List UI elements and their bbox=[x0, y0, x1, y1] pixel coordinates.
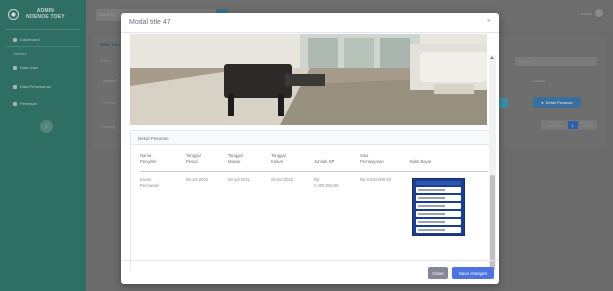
cell-line: Permatani bbox=[140, 182, 160, 188]
sidebar-brand[interactable]: ADMIN NOENOE TOEY bbox=[0, 0, 86, 28]
table-search-input[interactable]: Search: bbox=[515, 57, 597, 66]
cell-tanggal-masuk: 08-Jul-2021 bbox=[228, 177, 251, 182]
sidebar-item-label: Data Pemesanan bbox=[20, 84, 51, 89]
table-header-divider bbox=[140, 171, 488, 172]
close-icon[interactable]: × bbox=[487, 18, 491, 25]
sidebar-item-data-pemesanan[interactable]: Data Pemesanan bbox=[13, 84, 51, 89]
bukti-bayar-image[interactable] bbox=[412, 178, 465, 236]
cell-nama-pengirim: Endar Permatani bbox=[140, 177, 159, 188]
modal-header: Modal title 47 × bbox=[121, 13, 499, 33]
sidebar-item-pemesan[interactable]: Pemesan bbox=[13, 101, 37, 106]
sidebar-divider bbox=[6, 46, 80, 47]
table-header-cell: Nama Pengirim bbox=[140, 153, 157, 164]
pagination-next[interactable]: Next bbox=[578, 120, 597, 130]
receipt-row bbox=[416, 203, 461, 209]
detail-card-header: Detail Pesanan bbox=[131, 131, 490, 145]
sidebar-item-dashboard[interactable]: Dashboard bbox=[13, 37, 40, 42]
pagination-previous[interactable]: Previous bbox=[540, 120, 567, 130]
header-line: Pembayaran bbox=[360, 158, 384, 164]
close-button[interactable]: Close bbox=[428, 267, 448, 279]
receipt-row bbox=[416, 227, 461, 233]
room-photo bbox=[130, 34, 487, 125]
header-line: Pengirim bbox=[140, 158, 157, 164]
detail-pesanan-card: Detail Pesanan Nama Pengirim Tanggal Pes… bbox=[130, 130, 491, 270]
table-cell-name: Noenoe bbox=[103, 100, 118, 105]
header-line: Keluar bbox=[271, 158, 284, 164]
pagination-page[interactable]: 1 bbox=[566, 120, 579, 130]
column-header-action: Action bbox=[533, 78, 546, 83]
header-line: Masuk bbox=[228, 158, 241, 164]
showing-info: Showing bbox=[100, 124, 116, 129]
sidebar-item-data-user[interactable]: Data User bbox=[13, 65, 38, 70]
users-icon bbox=[13, 65, 17, 70]
info-circle-icon: ● bbox=[541, 100, 544, 105]
column-header-name: Nama P bbox=[103, 78, 118, 83]
sidebar-divider bbox=[6, 29, 80, 30]
scrollbar-thumb[interactable] bbox=[490, 175, 495, 270]
sidebar-item-label: Dashboard bbox=[20, 37, 40, 42]
cell-line: 2.400.000,00 bbox=[314, 182, 339, 188]
scroll-up-arrow-icon[interactable] bbox=[490, 56, 494, 59]
table-header-cell: Bukti Bayar bbox=[410, 159, 431, 165]
receipt-row bbox=[416, 219, 461, 225]
brand-logo-icon bbox=[8, 8, 19, 20]
chevron-left-icon: ‹ bbox=[45, 123, 48, 130]
cell-jumlah-dp: Rp 2.400.000,00 bbox=[314, 177, 338, 188]
modal-scrollbar[interactable] bbox=[489, 55, 496, 270]
sidebar-toggle-button[interactable]: ‹ bbox=[40, 120, 53, 133]
dashboard-icon bbox=[13, 37, 17, 42]
user-name: Admin bbox=[580, 10, 592, 16]
save-changes-button[interactable]: Save changes bbox=[452, 267, 494, 279]
sidebar-item-label: Pemesan bbox=[20, 101, 37, 106]
card-title: Data Tem bbox=[100, 42, 120, 47]
cell-tanggal-keluar: 09-Jul-2022 bbox=[271, 177, 294, 182]
header-line: Pesan bbox=[186, 158, 198, 164]
table-icon bbox=[13, 84, 17, 89]
modal-dialog: Modal title 47 × Detail Pesanan Nama Pen… bbox=[121, 13, 499, 284]
receipt-row bbox=[416, 195, 461, 201]
modal-body[interactable]: Detail Pesanan Nama Pengirim Tanggal Pes… bbox=[121, 34, 499, 270]
table-header-cell: Tanggal Masuk bbox=[228, 153, 243, 164]
receipt-header bbox=[416, 181, 461, 185]
user-menu[interactable]: Admin bbox=[581, 9, 603, 17]
header-line: Bukti Bayar bbox=[410, 159, 432, 164]
header-line: Tanggal bbox=[228, 153, 243, 158]
table-header-cell: Sisa Pembayaran bbox=[360, 153, 384, 164]
sidebar-item-label: Data User bbox=[20, 65, 39, 70]
modal-footer: Close Save changes bbox=[121, 260, 499, 284]
avatar bbox=[595, 9, 603, 17]
info-button[interactable] bbox=[498, 98, 508, 108]
header-line: Tanggal bbox=[186, 153, 201, 158]
table-header-cell: Tanggal Keluar bbox=[271, 153, 286, 164]
header-line: Tanggal bbox=[271, 153, 286, 158]
detail-pesanan-button[interactable]: ● Detail Pesanan bbox=[533, 97, 581, 108]
receipt-row bbox=[416, 187, 461, 193]
list-icon bbox=[13, 101, 17, 106]
pagination: Previous 1 Next bbox=[540, 120, 597, 130]
detail-button-label: Detail Pesanan bbox=[545, 100, 573, 105]
cell-tanggal-pesan: 05-Jul-2022 bbox=[186, 177, 209, 182]
sidebar: ADMIN NOENOE TOEY Dashboard Interface Da… bbox=[0, 0, 86, 291]
table-header-cell: Jumlah DP bbox=[314, 159, 334, 165]
header-line: Jumlah DP bbox=[314, 159, 335, 164]
table-header-cell: Tanggal Pesan bbox=[186, 153, 201, 164]
cell-sisa-pembayaran: Rp 8.600.000,00 bbox=[360, 177, 391, 182]
receipt-row bbox=[416, 211, 461, 217]
show-entries-label: Show bbox=[100, 58, 111, 63]
brand-line2: NOENOE TOEY bbox=[26, 14, 65, 20]
sidebar-heading: Interface bbox=[13, 52, 27, 56]
modal-title: Modal title 47 bbox=[129, 19, 171, 26]
